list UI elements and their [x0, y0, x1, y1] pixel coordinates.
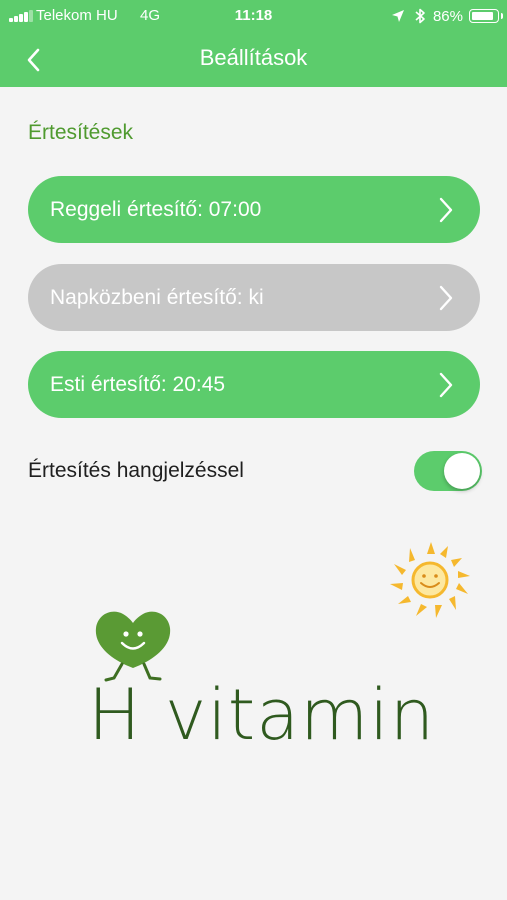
notifications-section-title: Értesítések [28, 121, 134, 144]
daytime-notification-button[interactable]: Napközbeni értesítő: ki [28, 264, 480, 331]
toggle-knob [444, 453, 480, 489]
status-bar: Telekom HU 4G 11:18 86% [0, 0, 507, 32]
sound-notification-toggle[interactable] [414, 451, 482, 491]
battery-fill [472, 12, 493, 20]
sound-notification-label: Értesítés hangjelzéssel [28, 459, 244, 482]
morning-notification-label: Reggeli értesítő: 07:00 [50, 197, 262, 221]
evening-notification-button[interactable]: Esti értesítő: 20:45 [28, 351, 480, 418]
chevron-right-icon [439, 197, 453, 223]
chevron-right-icon [439, 372, 453, 398]
chevron-right-icon [439, 285, 453, 311]
status-indicators: 86% [391, 6, 503, 26]
morning-notification-button[interactable]: Reggeli értesítő: 07:00 [28, 176, 480, 243]
battery-icon [469, 9, 503, 23]
brand-name: H vitamin [88, 674, 436, 756]
app-header: Telekom HU 4G 11:18 86% Beállítások [0, 0, 507, 87]
sun-icon [390, 542, 470, 618]
page-title: Beállítások [199, 45, 308, 70]
daytime-notification-label: Napközbeni értesítő: ki [50, 285, 264, 309]
bluetooth-icon [415, 8, 425, 24]
battery-percent: 86% [432, 7, 463, 25]
evening-notification-label: Esti értesítő: 20:45 [50, 372, 226, 396]
navigation-bar: Beállítások [0, 32, 507, 87]
location-arrow-icon [391, 10, 404, 22]
